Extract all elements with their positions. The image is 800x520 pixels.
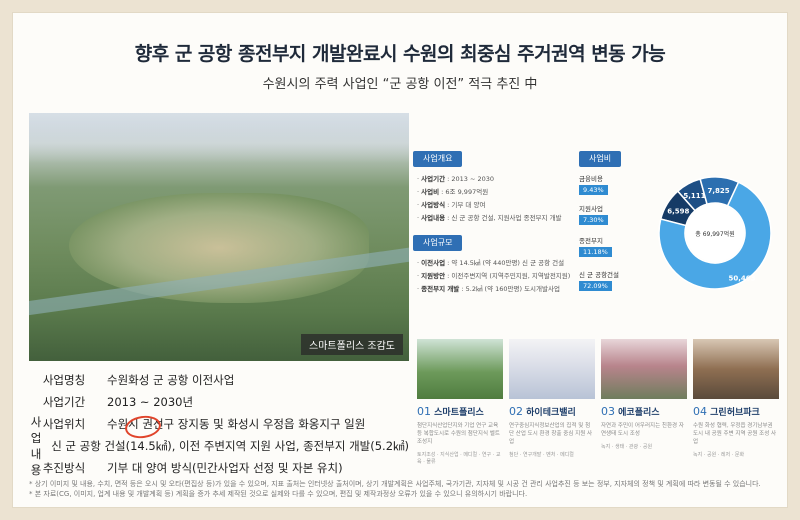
footnote: * 상기 이미지 및 내용, 수치, 면적 등은 오시 및 오타(편집상 등)가… [29, 479, 779, 499]
project-card: 02 하이테크밸리 연구중심지식정보산업의 집적 및 첨단 산업 도시 환경 창… [509, 339, 595, 459]
project-image [509, 339, 595, 399]
project-sub: 토지조성 · 지식산업 · 메디컬 · 연구 · 교육 · 물류 [417, 452, 501, 465]
aerial-render-image: 스마트폴리스 조감도 [29, 113, 409, 361]
budget-label: 종전부지 11.18% [579, 235, 612, 257]
headline: 향후 군 공항 종전부지 개발완료시 수원의 최중심 주거권역 변동 가능 [134, 43, 666, 65]
info-row: 사업위치 수원시 권선구 장지동 및 화성시 우정읍 화옹지구 일원 [29, 413, 409, 435]
budget-donut-chart: 6,598 5,111 7,825 50,463 총 69,997억원 [645, 163, 785, 303]
project-desc: 첨단지식산업단지와 기업 연구 교육등 복합도시로 수원의 첨단지식 벨트 조성… [417, 423, 500, 445]
donut-total-label: 총 69,997억원 [695, 230, 734, 238]
donut-value-label: 5,111 [683, 192, 705, 200]
project-image [693, 339, 779, 399]
project-card: 01 스마트폴리스 첨단지식산업단지와 기업 연구 교육등 복합도시로 수원의 … [417, 339, 503, 466]
donut-svg: 6,598 5,1117,825 50,463 총 69,997억원 [658, 176, 772, 290]
project-sub: 첨단 · 연구개발 · 벤처 · 메디컬 [509, 452, 574, 458]
overview-list: · 사업기간 : 2013 ~ 2030 · 사업비 : 6조 9,997억원 … [417, 173, 597, 225]
info-value: 기부 대 양여 방식(민간사업자 선정 및 자본 유치) [107, 461, 343, 475]
project-title: 04 그린허브파크 [693, 405, 760, 418]
photo-caption: 스마트폴리스 조감도 [301, 334, 403, 355]
footnote-line: * 본 자료(CG, 이미지, 업계 내용 및 개발계획 등) 계획을 증가 추… [29, 490, 528, 498]
info-row: 사업내용 신 군 공항 건설(14.5㎢), 이전 주변지역 지원 사업, 종전부… [29, 415, 409, 477]
project-desc: 연구중심지식정보산업의 집적 및 첨단 산업 도시 환경 창출 중심 지원 사업 [509, 423, 593, 445]
subheadline: 수원시의 주력 사업인 “군 공항 이전” 적극 추진 中 [262, 77, 538, 92]
sky [29, 113, 409, 163]
budget-label: 신 군 공항건설 72.09% [579, 271, 620, 291]
donut-value-label: 50,463 [728, 274, 755, 282]
info-key: 추진방식 [42, 461, 86, 475]
overview-item: · 사업비 : 6조 9,997억원 [417, 188, 489, 196]
project-card: 03 에코폴리스 자연과 주민이 어우러지는 친환경 자연생태 도시 조성 녹지… [601, 339, 687, 451]
info-value: 수원화성 군 공항 이전사업 [107, 373, 235, 387]
project-desc: 자연과 주민이 어우러지는 친환경 자연생태 도시 조성 [601, 423, 684, 437]
project-info-table: 사업명칭 수원화성 군 공항 이전사업 사업기간 2013 ~ 2030년 사업위치… [29, 369, 409, 479]
info-row: 사업기간 2013 ~ 2030년 [29, 391, 409, 413]
brochure-card: 향후 군 공항 종전부지 개발완료시 수원의 최중심 주거권역 변동 가능 수원… [12, 12, 788, 508]
budget-tag: 사업비 [579, 151, 622, 167]
project-title: 03 에코폴리스 [601, 405, 660, 418]
overview-item: · 사업기간 : 2013 ~ 2030 [417, 175, 495, 183]
donut-value-label: 7,825 [707, 187, 729, 195]
overview-tag: 사업개요 [413, 151, 463, 167]
scale-tag: 사업규모 [413, 235, 463, 251]
info-row: 사업명칭 수원화성 군 공항 이전사업 [29, 369, 409, 391]
project-title: 02 하이테크밸리 [509, 405, 576, 418]
overview-item: · 사업내용 : 신 군 공항 건설, 지원사업 종전부지 개발 [417, 214, 562, 222]
project-desc: 수원 화성 협력, 우정읍 경기남부권 도시 내 공원 주변 지역 공원 조성 … [693, 423, 777, 445]
info-row: 추진방식 기부 대 양여 방식(민간사업자 선정 및 자본 유치) [29, 457, 409, 479]
project-sub: 녹지 · 공원 · 레저 · 문화 [693, 452, 745, 458]
project-title: 01 스마트폴리스 [417, 405, 484, 418]
info-value: 2013 ~ 2030년 [107, 395, 194, 409]
donut-value-label: 6,598 [667, 208, 689, 216]
project-card: 04 그린허브파크 수원 화성 협력, 우정읍 경기남부권 도시 내 공원 주변… [693, 339, 779, 459]
budget-label: 지원사업 7.30% [579, 203, 608, 225]
info-value: 신 군 공항 건설(14.5㎢), 이전 주변지역 지원 사업, 종전부지 개발… [51, 439, 409, 453]
overview-item: · 사업방식 : 기부 대 양여 [417, 201, 486, 209]
project-image [601, 339, 687, 399]
info-key: 사업기간 [42, 395, 86, 409]
budget-label: 금융비용 9.43% [579, 173, 608, 195]
info-key: 사업명칭 [42, 373, 86, 387]
project-sub: 녹지 · 생태 · 관광 · 공원 [601, 444, 653, 450]
footnote-line: * 상기 이미지 및 내용, 수치, 면적 등은 오시 및 오타(편집상 등)가… [29, 480, 761, 488]
project-image [417, 339, 503, 399]
